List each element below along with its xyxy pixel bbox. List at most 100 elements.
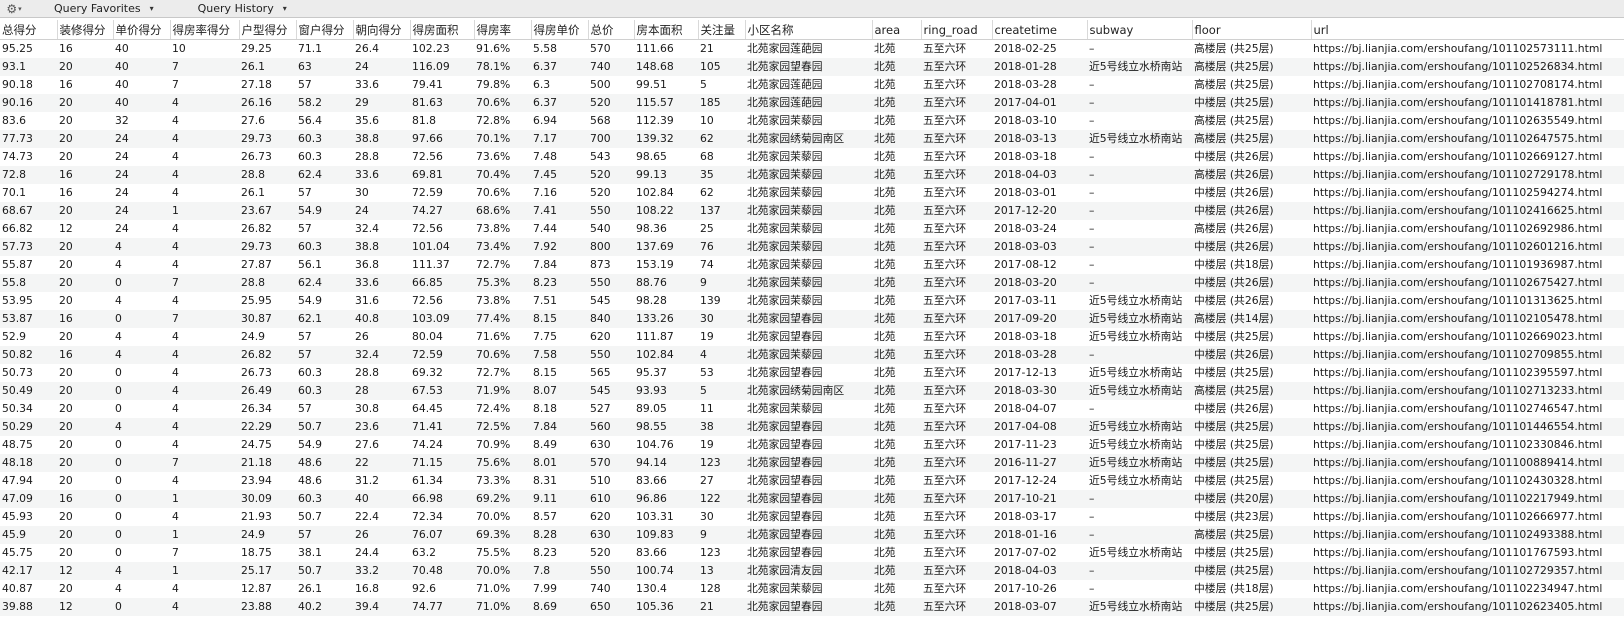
table-cell[interactable]: 五至六环: [921, 166, 992, 184]
table-cell[interactable]: 2018-04-07: [992, 400, 1087, 418]
table-cell[interactable]: 北苑家园望春园: [745, 598, 872, 616]
table-cell[interactable]: 中楼层 (共25层): [1192, 328, 1311, 346]
table-cell[interactable]: 北苑家园莲葩园: [745, 76, 872, 94]
table-cell[interactable]: 8.18: [531, 400, 588, 418]
table-cell[interactable]: 24.75: [239, 436, 296, 454]
table-cell[interactable]: 2018-03-17: [992, 508, 1087, 526]
table-cell[interactable]: 2017-04-08: [992, 418, 1087, 436]
table-cell[interactable]: –: [1087, 76, 1192, 94]
table-cell[interactable]: 32: [113, 112, 170, 130]
table-cell[interactable]: 570: [588, 454, 634, 472]
column-header[interactable]: 户型得分: [239, 20, 297, 40]
table-cell[interactable]: 北苑家园绣菊园南区: [745, 130, 872, 148]
table-cell[interactable]: 4: [170, 112, 239, 130]
table-cell[interactable]: 27.18: [239, 76, 296, 94]
table-cell[interactable]: 北苑: [872, 562, 921, 580]
table-cell[interactable]: 58.2: [296, 94, 353, 112]
table-cell[interactable]: 13: [698, 562, 745, 580]
table-cell[interactable]: 北苑: [872, 130, 921, 148]
table-cell[interactable]: 中楼层 (共25层): [1192, 94, 1311, 112]
column-header[interactable]: subway: [1087, 20, 1193, 40]
table-cell[interactable]: 中楼层 (共26层): [1192, 400, 1311, 418]
table-cell[interactable]: https://bj.lianjia.com/ershoufang/101102…: [1311, 58, 1624, 76]
table-cell[interactable]: 57: [296, 346, 353, 364]
table-cell[interactable]: 北苑家园望春园: [745, 472, 872, 490]
column-header[interactable]: 得房单价: [531, 20, 589, 40]
table-cell[interactable]: 75.6%: [474, 454, 531, 472]
table-cell[interactable]: 4: [170, 382, 239, 400]
table-cell[interactable]: 5: [698, 382, 745, 400]
table-cell[interactable]: 4: [170, 166, 239, 184]
table-cell[interactable]: –: [1087, 580, 1192, 598]
table-cell[interactable]: 53: [698, 364, 745, 382]
table-cell[interactable]: 北苑家园望春园: [745, 508, 872, 526]
table-cell[interactable]: 7.99: [531, 580, 588, 598]
table-cell[interactable]: 7.17: [531, 130, 588, 148]
table-cell[interactable]: 0: [113, 454, 170, 472]
table-cell[interactable]: 五至六环: [921, 580, 992, 598]
table-cell[interactable]: 中楼层 (共18层): [1192, 256, 1311, 274]
table-cell[interactable]: 39.88: [0, 598, 57, 616]
table-cell[interactable]: 31.6: [353, 292, 410, 310]
table-cell[interactable]: 620: [588, 328, 634, 346]
table-cell[interactable]: 543: [588, 148, 634, 166]
table-cell[interactable]: 北苑家园茉藜园: [745, 220, 872, 238]
table-cell[interactable]: 北苑家园茉藜园: [745, 238, 872, 256]
table-row[interactable]: 47.94 20 0 4 23.94 48.6 31.2 61.34 73.3% 8.31 510 8…: [0, 472, 1624, 490]
table-cell[interactable]: 五至六环: [921, 148, 992, 166]
table-cell[interactable]: 53.87: [0, 310, 57, 328]
table-cell[interactable]: 66.85: [410, 274, 474, 292]
table-cell[interactable]: 4: [170, 346, 239, 364]
table-cell[interactable]: 7.44: [531, 220, 588, 238]
table-cell[interactable]: 72.59: [410, 346, 474, 364]
table-cell[interactable]: 28.8: [353, 364, 410, 382]
table-cell[interactable]: 北苑: [872, 94, 921, 112]
table-cell[interactable]: 8.07: [531, 382, 588, 400]
table-cell[interactable]: 北苑: [872, 346, 921, 364]
table-cell[interactable]: 7.84: [531, 256, 588, 274]
table-cell[interactable]: 北苑: [872, 274, 921, 292]
table-cell[interactable]: 8.57: [531, 508, 588, 526]
table-cell[interactable]: 8.28: [531, 526, 588, 544]
table-row[interactable]: 48.75 20 0 4 24.75 54.9 27.6 74.24 70.9% 8.49 630 1…: [0, 436, 1624, 454]
table-cell[interactable]: 北苑家园望春园: [745, 328, 872, 346]
table-cell[interactable]: 1: [170, 202, 239, 220]
table-cell[interactable]: 111.87: [634, 328, 698, 346]
table-cell[interactable]: 中楼层 (共26层): [1192, 202, 1311, 220]
table-cell[interactable]: 102.84: [634, 346, 698, 364]
table-cell[interactable]: 6.37: [531, 58, 588, 76]
table-cell[interactable]: 27.6: [353, 436, 410, 454]
table-cell[interactable]: 565: [588, 364, 634, 382]
table-cell[interactable]: 20: [57, 400, 113, 418]
table-cell[interactable]: 北苑: [872, 544, 921, 562]
table-cell[interactable]: 北苑家园茉藜园: [745, 184, 872, 202]
table-cell[interactable]: 93.1: [0, 58, 57, 76]
table-cell[interactable]: 4: [170, 238, 239, 256]
table-cell[interactable]: 33.6: [353, 166, 410, 184]
table-cell[interactable]: 510: [588, 472, 634, 490]
table-cell[interactable]: 10: [170, 40, 239, 59]
table-row[interactable]: 90.18 16 40 7 27.18 57 33.6 79.41 79.8% 6.3 500 99.…: [0, 76, 1624, 94]
table-cell[interactable]: https://bj.lianjia.com/ershoufang/101102…: [1311, 184, 1624, 202]
table-cell[interactable]: 北苑: [872, 454, 921, 472]
table-cell[interactable]: 63.2: [410, 544, 474, 562]
table-cell[interactable]: 近5号线立水桥南站: [1087, 598, 1192, 616]
table-cell[interactable]: 中楼层 (共25层): [1192, 454, 1311, 472]
table-cell[interactable]: 北苑: [872, 184, 921, 202]
table-cell[interactable]: 108.22: [634, 202, 698, 220]
table-cell[interactable]: 26: [353, 526, 410, 544]
table-cell[interactable]: 500: [588, 76, 634, 94]
results-grid[interactable]: 总得分 装修得分 单价得分 得房率得分 户型得分 窗户得分 朝向得分 得房面积 得房率 得房单价总…: [0, 20, 1624, 619]
table-cell[interactable]: 540: [588, 220, 634, 238]
table-cell[interactable]: 55.87: [0, 256, 57, 274]
table-cell[interactable]: 630: [588, 526, 634, 544]
table-cell[interactable]: 4: [170, 292, 239, 310]
table-cell[interactable]: 103.31: [634, 508, 698, 526]
table-cell[interactable]: 近5号线立水桥南站: [1087, 436, 1192, 454]
table-cell[interactable]: 95.37: [634, 364, 698, 382]
table-cell[interactable]: 4: [113, 562, 170, 580]
table-cell[interactable]: 70.6%: [474, 346, 531, 364]
table-cell[interactable]: 五至六环: [921, 202, 992, 220]
table-cell[interactable]: 72.59: [410, 184, 474, 202]
table-cell[interactable]: 32.4: [353, 346, 410, 364]
